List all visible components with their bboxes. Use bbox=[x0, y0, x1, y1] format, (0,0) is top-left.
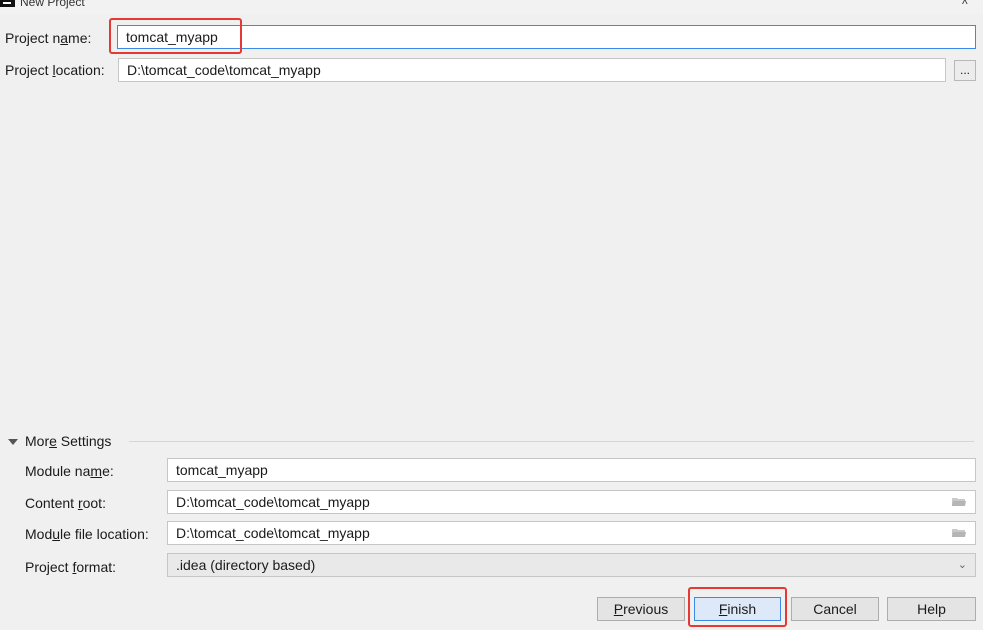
chevron-down-icon: ⌄ bbox=[957, 559, 967, 571]
project-name-input[interactable]: tomcat_myapp bbox=[117, 25, 976, 49]
app-icon bbox=[0, 0, 15, 7]
project-location-input[interactable]: D:\tomcat_code\tomcat_myapp bbox=[118, 58, 946, 82]
section-divider bbox=[129, 441, 974, 442]
project-format-value: .idea (directory based) bbox=[176, 557, 316, 573]
project-format-select[interactable]: .idea (directory based) ⌄ bbox=[167, 553, 976, 577]
content-root-label: Content root: bbox=[25, 495, 106, 511]
window-title: New Project bbox=[20, 0, 85, 9]
more-settings-toggle[interactable]: More Settings bbox=[25, 431, 111, 451]
content-root-input[interactable]: D:\tomcat_code\tomcat_myapp bbox=[167, 490, 976, 514]
finish-highlight bbox=[688, 587, 787, 627]
module-file-location-label: Module file location: bbox=[25, 526, 149, 542]
project-format-label: Project format: bbox=[25, 559, 117, 575]
folder-icon[interactable] bbox=[952, 497, 966, 507]
title-bar: New Project ^ bbox=[0, 0, 983, 14]
collapse-icon[interactable]: ^ bbox=[962, 0, 968, 11]
browse-button[interactable]: ... bbox=[954, 60, 976, 81]
module-name-label: Module name: bbox=[25, 463, 114, 479]
project-location-label: Project location: bbox=[5, 62, 105, 78]
help-button[interactable]: Help bbox=[887, 597, 976, 621]
folder-icon[interactable] bbox=[952, 528, 966, 538]
module-name-input[interactable]: tomcat_myapp bbox=[167, 458, 976, 482]
cancel-button[interactable]: Cancel bbox=[791, 597, 879, 621]
previous-button[interactable]: Previous bbox=[597, 597, 685, 621]
collapse-caret-icon[interactable] bbox=[8, 439, 18, 445]
project-name-label: Project name: bbox=[5, 30, 92, 46]
project-name-highlight bbox=[109, 18, 242, 54]
module-file-location-input[interactable]: D:\tomcat_code\tomcat_myapp bbox=[167, 521, 976, 545]
